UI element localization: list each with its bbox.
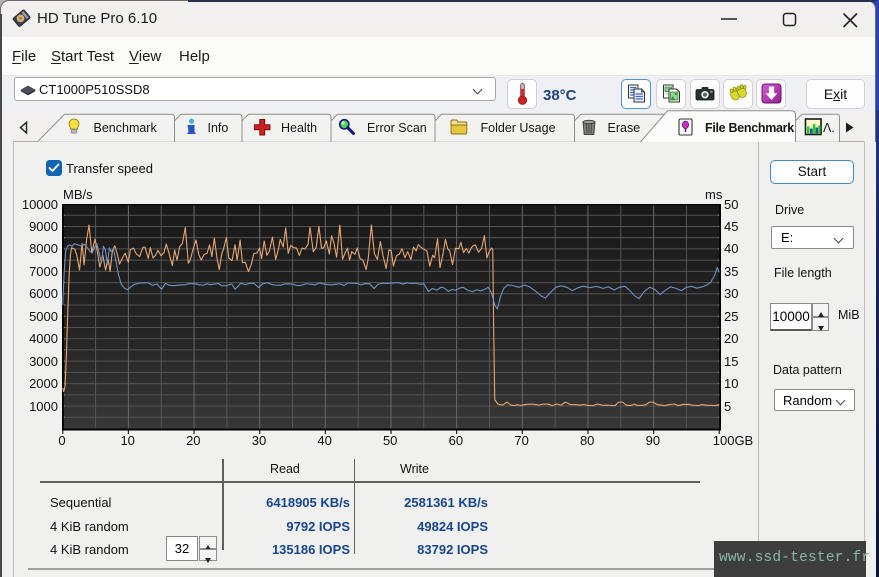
svg-text:Λ.: Λ. xyxy=(823,121,835,135)
